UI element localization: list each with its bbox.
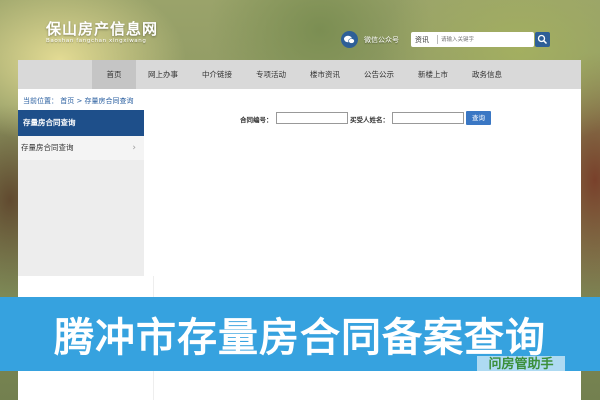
- query-button[interactable]: 查询: [466, 111, 491, 125]
- contract-number-label: 合同编号：: [240, 116, 273, 124]
- nav-item-government-info[interactable]: 政务信息: [460, 60, 514, 89]
- search-box: 资讯: [411, 32, 534, 47]
- main-nav: 首页 网上办事 中介链接 专项活动 楼市资讯 公告公示 新楼上市 政务信息: [18, 60, 581, 89]
- site-logo-subtitle: Baoshan fangchan xingxiwang: [46, 38, 147, 44]
- wechat-icon[interactable]: [341, 31, 358, 48]
- contract-number-field[interactable]: [276, 112, 348, 124]
- banner-title: 腾冲市存量房合同备案查询: [54, 315, 546, 361]
- sidebar-item-label: 存量房合同查询: [21, 143, 74, 152]
- site-logo[interactable]: 保山房产信息网: [46, 18, 158, 39]
- site-header: 保山房产信息网 Baoshan fangchan xingxiwang 微信公众…: [0, 0, 600, 60]
- nav-item-online-services[interactable]: 网上办事: [136, 60, 190, 89]
- chevron-right-icon: ›: [132, 143, 136, 153]
- nav-item-home[interactable]: 首页: [92, 60, 136, 89]
- nav-item-agency-links[interactable]: 中介链接: [190, 60, 244, 89]
- breadcrumb[interactable]: 当前位置： 首页 > 存量房合同查询: [23, 96, 134, 106]
- nav-item-special-events[interactable]: 专项活动: [244, 60, 298, 89]
- search-button[interactable]: [535, 32, 550, 47]
- nav-item-market-news[interactable]: 楼市资讯: [298, 60, 352, 89]
- search-icon: [537, 34, 548, 45]
- watermark: 问房管助手: [477, 356, 565, 374]
- buyer-name-field[interactable]: [392, 112, 464, 124]
- buyer-name-label: 买受人姓名：: [350, 116, 389, 124]
- nav-item-announcements[interactable]: 公告公示: [352, 60, 406, 89]
- sidebar-item-contract-query[interactable]: 存量房合同查询 ›: [18, 136, 144, 160]
- sidebar: 存量房合同查询 存量房合同查询 ›: [18, 110, 144, 276]
- search-category-select[interactable]: 资讯: [415, 35, 429, 45]
- nav-item-new-listings[interactable]: 新楼上市: [406, 60, 460, 89]
- search-divider: [437, 35, 438, 44]
- search-input[interactable]: [441, 33, 531, 46]
- wechat-label[interactable]: 微信公众号: [364, 35, 399, 45]
- sidebar-heading: 存量房合同查询: [18, 110, 144, 136]
